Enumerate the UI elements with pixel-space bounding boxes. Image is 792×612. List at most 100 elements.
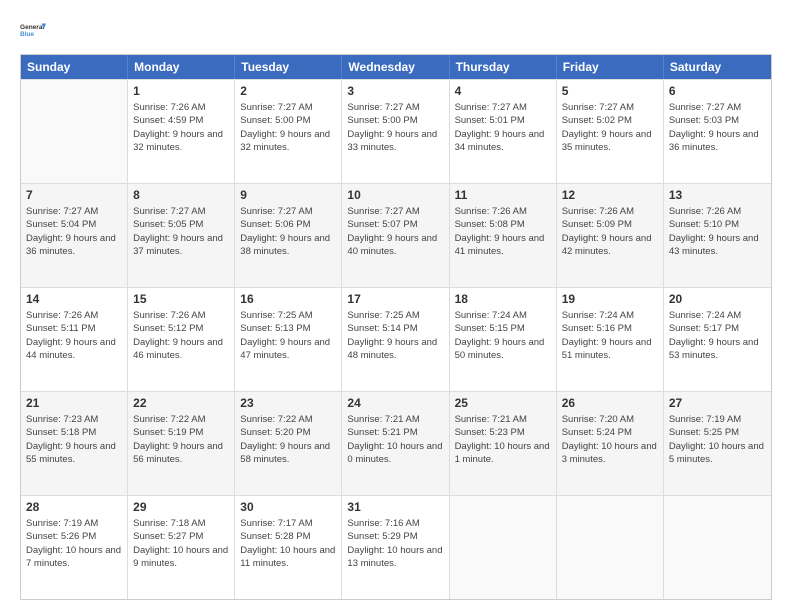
calendar-cell: 8 Sunrise: 7:27 AM Sunset: 5:05 PM Daylig… [128, 184, 235, 287]
day-number: 30 [240, 499, 336, 515]
day-info: Sunrise: 7:27 AM Sunset: 5:00 PM Dayligh… [347, 101, 443, 154]
day-info: Sunrise: 7:21 AM Sunset: 5:23 PM Dayligh… [455, 413, 551, 466]
day-info: Sunrise: 7:27 AM Sunset: 5:05 PM Dayligh… [133, 205, 229, 258]
calendar-cell: 24Sunrise: 7:21 AM Sunset: 5:21 PM Dayli… [342, 392, 449, 495]
calendar-cell: 6Sunrise: 7:27 AM Sunset: 5:03 PM Daylig… [664, 80, 771, 183]
day-info: Sunrise: 7:17 AM Sunset: 5:28 PM Dayligh… [240, 517, 336, 570]
calendar-cell [21, 80, 128, 183]
calendar-cell: 9 Sunrise: 7:27 AM Sunset: 5:06 PM Daylig… [235, 184, 342, 287]
day-info: Sunrise: 7:26 AM Sunset: 5:10 PM Dayligh… [669, 205, 766, 258]
day-info: Sunrise: 7:24 AM Sunset: 5:17 PM Dayligh… [669, 309, 766, 362]
calendar-cell: 15 Sunrise: 7:26 AM Sunset: 5:12 PM Dayli… [128, 288, 235, 391]
day-info: Sunrise: 7:22 AM Sunset: 5:20 PM Dayligh… [240, 413, 336, 466]
calendar-cell: 14 Sunrise: 7:26 AM Sunset: 5:11 PM Dayli… [21, 288, 128, 391]
day-info: Sunrise: 7:25 AM Sunset: 5:13 PM Dayligh… [240, 309, 336, 362]
day-number: 20 [669, 291, 766, 307]
calendar-cell: 4 Sunrise: 7:27 AM Sunset: 5:01 PM Daylig… [450, 80, 557, 183]
day-number: 29 [133, 499, 229, 515]
day-number: 23 [240, 395, 336, 411]
calendar-cell: 1 Sunrise: 7:26 AM Sunset: 4:59 PM Daylig… [128, 80, 235, 183]
header: GeneralBlue [20, 16, 772, 44]
calendar-cell: 29 Sunrise: 7:18 AM Sunset: 5:27 PM Dayli… [128, 496, 235, 599]
day-number: 21 [26, 395, 122, 411]
calendar-cell: 3Sunrise: 7:27 AM Sunset: 5:00 PM Daylig… [342, 80, 449, 183]
calendar-cell [450, 496, 557, 599]
day-number: 22 [133, 395, 229, 411]
day-number: 4 [455, 83, 551, 99]
calendar-cell: 30 Sunrise: 7:17 AM Sunset: 5:28 PM Dayli… [235, 496, 342, 599]
day-number: 5 [562, 83, 658, 99]
svg-text:General: General [20, 24, 44, 31]
calendar-cell: 10Sunrise: 7:27 AM Sunset: 5:07 PM Dayli… [342, 184, 449, 287]
day-info: Sunrise: 7:26 AM Sunset: 5:11 PM Dayligh… [26, 309, 122, 362]
calendar-row: 7Sunrise: 7:27 AM Sunset: 5:04 PM Daylig… [21, 183, 771, 287]
weekday-header: Thursday [450, 55, 557, 79]
day-info: Sunrise: 7:27 AM Sunset: 5:02 PM Dayligh… [562, 101, 658, 154]
day-info: Sunrise: 7:24 AM Sunset: 5:16 PM Dayligh… [562, 309, 658, 362]
calendar-cell: 26Sunrise: 7:20 AM Sunset: 5:24 PM Dayli… [557, 392, 664, 495]
day-number: 16 [240, 291, 336, 307]
calendar-row: 1 Sunrise: 7:26 AM Sunset: 4:59 PM Daylig… [21, 79, 771, 183]
day-info: Sunrise: 7:19 AM Sunset: 5:25 PM Dayligh… [669, 413, 766, 466]
page: GeneralBlue SundayMondayTuesdayWednesday… [0, 0, 792, 612]
day-info: Sunrise: 7:24 AM Sunset: 5:15 PM Dayligh… [455, 309, 551, 362]
calendar-cell: 22 Sunrise: 7:22 AM Sunset: 5:19 PM Dayli… [128, 392, 235, 495]
calendar-cell: 28 Sunrise: 7:19 AM Sunset: 5:26 PM Dayli… [21, 496, 128, 599]
day-number: 9 [240, 187, 336, 203]
day-info: Sunrise: 7:22 AM Sunset: 5:19 PM Dayligh… [133, 413, 229, 466]
calendar-cell: 18Sunrise: 7:24 AM Sunset: 5:15 PM Dayli… [450, 288, 557, 391]
logo-icon: GeneralBlue [20, 16, 48, 44]
day-number: 13 [669, 187, 766, 203]
day-info: Sunrise: 7:26 AM Sunset: 5:08 PM Dayligh… [455, 205, 551, 258]
calendar-cell: 25 Sunrise: 7:21 AM Sunset: 5:23 PM Dayli… [450, 392, 557, 495]
day-info: Sunrise: 7:27 AM Sunset: 5:01 PM Dayligh… [455, 101, 551, 154]
calendar-cell: 23 Sunrise: 7:22 AM Sunset: 5:20 PM Dayli… [235, 392, 342, 495]
day-info: Sunrise: 7:23 AM Sunset: 5:18 PM Dayligh… [26, 413, 122, 466]
day-info: Sunrise: 7:18 AM Sunset: 5:27 PM Dayligh… [133, 517, 229, 570]
day-number: 2 [240, 83, 336, 99]
day-info: Sunrise: 7:21 AM Sunset: 5:21 PM Dayligh… [347, 413, 443, 466]
calendar-row: 28 Sunrise: 7:19 AM Sunset: 5:26 PM Dayli… [21, 495, 771, 599]
calendar-body: 1 Sunrise: 7:26 AM Sunset: 4:59 PM Daylig… [21, 79, 771, 599]
calendar-cell: 17 Sunrise: 7:25 AM Sunset: 5:14 PM Dayli… [342, 288, 449, 391]
calendar-cell: 7Sunrise: 7:27 AM Sunset: 5:04 PM Daylig… [21, 184, 128, 287]
day-info: Sunrise: 7:16 AM Sunset: 5:29 PM Dayligh… [347, 517, 443, 570]
weekday-header: Saturday [664, 55, 771, 79]
day-number: 1 [133, 83, 229, 99]
calendar-cell: 5 Sunrise: 7:27 AM Sunset: 5:02 PM Daylig… [557, 80, 664, 183]
calendar-row: 14 Sunrise: 7:26 AM Sunset: 5:11 PM Dayli… [21, 287, 771, 391]
day-number: 27 [669, 395, 766, 411]
logo: GeneralBlue [20, 16, 48, 44]
day-number: 25 [455, 395, 551, 411]
day-number: 31 [347, 499, 443, 515]
day-number: 14 [26, 291, 122, 307]
day-info: Sunrise: 7:20 AM Sunset: 5:24 PM Dayligh… [562, 413, 658, 466]
weekday-header: Friday [557, 55, 664, 79]
day-number: 17 [347, 291, 443, 307]
calendar-cell: 16 Sunrise: 7:25 AM Sunset: 5:13 PM Dayli… [235, 288, 342, 391]
day-info: Sunrise: 7:26 AM Sunset: 5:12 PM Dayligh… [133, 309, 229, 362]
calendar-cell: 31 Sunrise: 7:16 AM Sunset: 5:29 PM Dayli… [342, 496, 449, 599]
calendar-cell: 21 Sunrise: 7:23 AM Sunset: 5:18 PM Dayli… [21, 392, 128, 495]
day-number: 6 [669, 83, 766, 99]
day-info: Sunrise: 7:25 AM Sunset: 5:14 PM Dayligh… [347, 309, 443, 362]
day-info: Sunrise: 7:26 AM Sunset: 4:59 PM Dayligh… [133, 101, 229, 154]
calendar-cell: 19Sunrise: 7:24 AM Sunset: 5:16 PM Dayli… [557, 288, 664, 391]
calendar-cell: 27 Sunrise: 7:19 AM Sunset: 5:25 PM Dayli… [664, 392, 771, 495]
weekday-header: Wednesday [342, 55, 449, 79]
day-info: Sunrise: 7:27 AM Sunset: 5:00 PM Dayligh… [240, 101, 336, 154]
svg-text:Blue: Blue [20, 31, 34, 38]
day-number: 15 [133, 291, 229, 307]
calendar-cell [557, 496, 664, 599]
day-info: Sunrise: 7:19 AM Sunset: 5:26 PM Dayligh… [26, 517, 122, 570]
calendar-header: SundayMondayTuesdayWednesdayThursdayFrid… [21, 55, 771, 79]
day-info: Sunrise: 7:27 AM Sunset: 5:07 PM Dayligh… [347, 205, 443, 258]
calendar-cell: 2 Sunrise: 7:27 AM Sunset: 5:00 PM Daylig… [235, 80, 342, 183]
calendar: SundayMondayTuesdayWednesdayThursdayFrid… [20, 54, 772, 600]
day-number: 8 [133, 187, 229, 203]
calendar-cell: 12Sunrise: 7:26 AM Sunset: 5:09 PM Dayli… [557, 184, 664, 287]
weekday-header: Monday [128, 55, 235, 79]
day-number: 28 [26, 499, 122, 515]
day-info: Sunrise: 7:27 AM Sunset: 5:06 PM Dayligh… [240, 205, 336, 258]
day-number: 7 [26, 187, 122, 203]
